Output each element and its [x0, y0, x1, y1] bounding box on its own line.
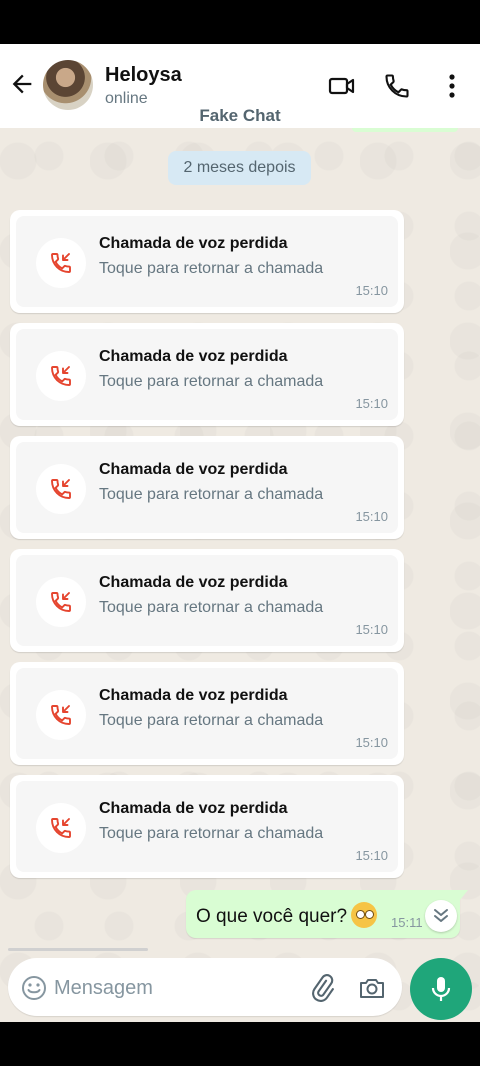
more-options-button[interactable] — [440, 72, 468, 100]
missed-call-icon — [51, 366, 71, 386]
missed-call-time: 15:10 — [355, 396, 388, 411]
phone-icon — [385, 74, 409, 98]
missed-call-icon — [51, 818, 71, 838]
status-bar — [0, 0, 480, 44]
missed-call-icon-wrap — [36, 577, 86, 627]
missed-call-message[interactable]: Chamada de voz perdida Toque para retorna… — [10, 549, 404, 652]
missed-call-icon-wrap — [36, 351, 86, 401]
missed-call-title: Chamada de voz perdida — [99, 461, 288, 478]
previous-message-edge — [352, 128, 458, 132]
message-input[interactable] — [54, 973, 294, 1003]
video-camera-icon — [328, 77, 355, 95]
voice-message-button[interactable] — [410, 958, 472, 1020]
navigation-bar — [0, 1022, 480, 1066]
voice-call-button[interactable] — [383, 72, 411, 100]
back-button[interactable] — [8, 70, 36, 98]
missed-call-message[interactable]: Chamada de voz perdida Toque para retorna… — [10, 436, 404, 539]
missed-call-card[interactable]: Chamada de voz perdida Toque para retorna… — [16, 781, 398, 872]
missed-call-subtitle: Toque para retornar a chamada — [99, 599, 324, 616]
missed-call-title: Chamada de voz perdida — [99, 235, 288, 252]
message-composer — [8, 958, 402, 1016]
missed-call-card[interactable]: Chamada de voz perdida Toque para retorna… — [16, 216, 398, 307]
missed-call-message[interactable]: Chamada de voz perdida Toque para retorna… — [10, 323, 404, 426]
missed-call-message[interactable]: Chamada de voz perdida Toque para retorna… — [10, 775, 404, 878]
missed-call-title: Chamada de voz perdida — [99, 687, 288, 704]
emoji-button[interactable] — [20, 974, 48, 1002]
missed-call-message[interactable]: Chamada de voz perdida Toque para retorna… — [10, 662, 404, 765]
rolling-eyes-emoji-icon — [351, 902, 378, 928]
message-time: 15:11 — [391, 915, 423, 930]
attach-button[interactable] — [308, 974, 336, 1002]
vertical-dots-icon — [449, 74, 455, 98]
missed-call-icon-wrap — [36, 238, 86, 288]
date-separator: 2 meses depois — [168, 151, 311, 185]
missed-call-title: Chamada de voz perdida — [99, 574, 288, 591]
outgoing-message[interactable]: O que você quer? 15:11 — [186, 890, 468, 938]
paperclip-icon — [312, 974, 334, 1002]
missed-call-time: 15:10 — [355, 848, 388, 863]
missed-call-time: 15:10 — [355, 735, 388, 750]
chat-header: Heloysa online Fake Chat — [0, 44, 480, 128]
missed-call-icon — [51, 479, 71, 499]
camera-button[interactable] — [358, 974, 386, 1002]
divider — [8, 948, 148, 951]
smiley-icon — [22, 976, 46, 1000]
missed-call-subtitle: Toque para retornar a chamada — [99, 373, 324, 390]
scroll-to-bottom-button[interactable] — [425, 900, 457, 932]
missed-call-title: Chamada de voz perdida — [99, 800, 288, 817]
arrow-left-icon — [12, 74, 32, 94]
missed-call-time: 15:10 — [355, 509, 388, 524]
avatar[interactable] — [43, 60, 93, 110]
missed-call-icon-wrap — [36, 690, 86, 740]
double-chevron-down-icon — [434, 909, 448, 922]
missed-call-subtitle: Toque para retornar a chamada — [99, 712, 324, 729]
missed-call-card[interactable]: Chamada de voz perdida Toque para retorna… — [16, 668, 398, 759]
camera-icon — [360, 979, 384, 998]
missed-call-title: Chamada de voz perdida — [99, 348, 288, 365]
missed-call-card[interactable]: Chamada de voz perdida Toque para retorna… — [16, 329, 398, 420]
missed-call-subtitle: Toque para retornar a chamada — [99, 260, 324, 277]
video-call-button[interactable] — [328, 72, 356, 100]
missed-call-card[interactable]: Chamada de voz perdida Toque para retorna… — [16, 555, 398, 646]
missed-call-icon — [51, 592, 71, 612]
missed-call-time: 15:10 — [355, 622, 388, 637]
missed-call-icon — [51, 705, 71, 725]
missed-call-time: 15:10 — [355, 283, 388, 298]
missed-call-subtitle: Toque para retornar a chamada — [99, 486, 324, 503]
missed-call-icon-wrap — [36, 803, 86, 853]
contact-name[interactable]: Heloysa — [105, 64, 182, 87]
missed-call-subtitle: Toque para retornar a chamada — [99, 825, 324, 842]
message-text: O que você quer? — [196, 902, 378, 928]
missed-call-card[interactable]: Chamada de voz perdida Toque para retorna… — [16, 442, 398, 533]
missed-call-icon-wrap — [36, 464, 86, 514]
missed-call-message[interactable]: Chamada de voz perdida Toque para retorna… — [10, 210, 404, 313]
app-watermark-label: Fake Chat — [199, 106, 281, 125]
chat-screen: Heloysa online Fake Chat 2 meses depois … — [0, 44, 480, 1022]
microphone-icon — [431, 977, 451, 1001]
missed-call-icon — [51, 253, 71, 273]
